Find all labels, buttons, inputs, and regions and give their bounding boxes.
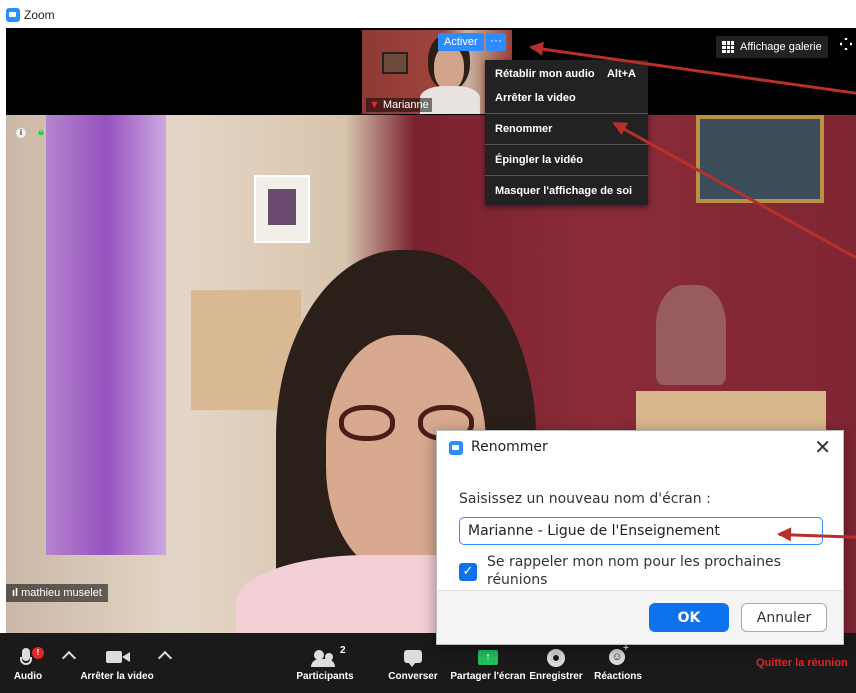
microphone-icon: ! bbox=[8, 633, 48, 671]
audio-button[interactable]: ! Audio bbox=[8, 633, 48, 693]
menu-separator bbox=[485, 175, 648, 176]
title-bar: Zoom bbox=[0, 0, 856, 28]
activate-button[interactable]: Activer bbox=[438, 33, 484, 51]
reactions-label: Réactions bbox=[594, 671, 642, 682]
stop-video-button[interactable]: Arrêter la video bbox=[72, 633, 162, 693]
zoom-logo-icon bbox=[449, 441, 463, 455]
chat-bubble-icon bbox=[384, 633, 442, 671]
remember-name-label: Se rappeler mon nom pour les prochaines … bbox=[487, 554, 781, 588]
video-camera-icon bbox=[72, 633, 162, 671]
menu-item-hide-self-view[interactable]: Masquer l'affichage de soi bbox=[485, 179, 648, 203]
share-screen-label: Partager l'écran bbox=[450, 671, 526, 682]
record-label: Enregistrer bbox=[529, 671, 583, 682]
menu-item-label: Renommer bbox=[495, 123, 553, 135]
zoom-logo-icon bbox=[6, 8, 20, 22]
close-icon[interactable]: ✕ bbox=[814, 435, 831, 459]
self-view-name: Marianne bbox=[382, 99, 429, 111]
menu-item-unmute[interactable]: Rétablir mon audio Alt+A bbox=[485, 62, 648, 86]
dialog-header: Renommer ✕ bbox=[437, 431, 843, 465]
gallery-view-button[interactable]: Affichage galerie bbox=[716, 36, 828, 58]
video-scene bbox=[434, 46, 464, 90]
display-name-input[interactable] bbox=[459, 517, 823, 545]
menu-separator bbox=[485, 113, 648, 114]
meeting-info-icon[interactable]: i bbox=[16, 128, 26, 138]
grid-icon bbox=[722, 41, 734, 53]
warning-badge: ! bbox=[32, 647, 44, 659]
menu-item-label: Épingler la vidéo bbox=[495, 154, 584, 166]
menu-item-stop-video[interactable]: Arrêter la video bbox=[485, 86, 648, 110]
video-scene bbox=[254, 175, 310, 243]
signal-bars-icon: ıl bbox=[12, 587, 19, 599]
video-scene bbox=[656, 285, 726, 385]
stop-video-label: Arrêter la video bbox=[80, 671, 154, 682]
audio-label: Audio bbox=[13, 671, 43, 682]
chat-button[interactable]: Converser bbox=[384, 633, 442, 693]
remember-name-checkbox[interactable]: ✓ bbox=[459, 563, 477, 581]
self-view-context-menu: Rétablir mon audio Alt+A Arrêter la vide… bbox=[485, 60, 648, 205]
more-options-button[interactable]: ··· bbox=[486, 33, 506, 51]
lock-icon[interactable]: 🔒︎ bbox=[38, 126, 48, 138]
menu-separator bbox=[485, 144, 648, 145]
rename-prompt: Saisissez un nouveau nom d'écran : bbox=[459, 491, 711, 507]
speaker-name-label: ıl mathieu muselet bbox=[6, 584, 108, 602]
cancel-button[interactable]: Annuler bbox=[741, 603, 827, 632]
menu-item-pin-video[interactable]: Épingler la vidéo bbox=[485, 148, 648, 172]
video-scene bbox=[382, 52, 408, 74]
speaker-name: mathieu muselet bbox=[21, 587, 102, 599]
dialog-title: Renommer bbox=[471, 439, 548, 455]
participants-count: 2 bbox=[340, 645, 346, 656]
menu-item-label: Rétablir mon audio bbox=[495, 68, 595, 80]
menu-item-label: Arrêter la video bbox=[495, 92, 576, 104]
window-title: Zoom bbox=[24, 8, 55, 22]
chat-label: Converser bbox=[388, 671, 438, 682]
participants-button[interactable]: 2 Participants bbox=[290, 633, 360, 693]
mic-muted-icon: ▼ bbox=[369, 99, 380, 111]
self-view-name-label: ▼ Marianne bbox=[366, 98, 432, 112]
menu-item-shortcut: Alt+A bbox=[606, 68, 636, 80]
video-scene bbox=[696, 115, 824, 203]
menu-item-label: Masquer l'affichage de soi bbox=[495, 185, 633, 197]
ok-button[interactable]: OK bbox=[649, 603, 729, 632]
video-scene bbox=[46, 115, 166, 555]
dialog-footer: OK Annuler bbox=[437, 590, 843, 644]
gallery-view-label: Affichage galerie bbox=[740, 41, 822, 53]
fullscreen-icon[interactable] bbox=[840, 38, 852, 50]
participants-icon: 2 bbox=[290, 633, 360, 671]
participants-label: Participants bbox=[296, 671, 354, 682]
